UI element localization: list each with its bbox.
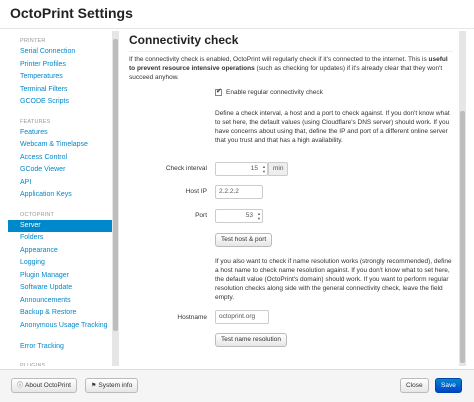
- sidebar-item-plugin-manager[interactable]: Plugin Manager: [8, 270, 119, 283]
- sidebar-item-application-keys[interactable]: Application Keys: [8, 189, 119, 202]
- sidebar-item-folders[interactable]: Folders: [8, 232, 119, 245]
- hostname-label: Hostname: [177, 314, 207, 321]
- content-scrollbar[interactable]: [459, 31, 466, 366]
- interval-help-text: Define a check interval, a host and a po…: [215, 110, 450, 144]
- sidebar-item-gcode-viewer[interactable]: GCode Viewer: [8, 164, 119, 177]
- sidebar-item-server[interactable]: Server: [8, 219, 119, 232]
- dialog-footer: ⓘ About OctoPrint ⚑ System info Close Save: [0, 369, 474, 402]
- sidebar-item-appearance[interactable]: Appearance: [8, 245, 119, 258]
- sidebar-item-backup-restore[interactable]: Backup & Restore: [8, 307, 119, 320]
- port-label: Port: [195, 212, 207, 219]
- intro-text: If the connectivity check is enabled, Oc…: [129, 55, 451, 82]
- sidebar-item-error-tracking[interactable]: Error Tracking: [8, 341, 119, 354]
- settings-dialog: OctoPrint Settings PRINTER Serial Connect…: [0, 0, 474, 402]
- sidebar-item-api[interactable]: API: [8, 177, 119, 190]
- settings-sidebar: PRINTER Serial Connection Printer Profiles…: [8, 31, 119, 366]
- sidebar-item-terminal-filters[interactable]: Terminal Filters: [8, 84, 119, 97]
- section-title: Connectivity check: [129, 33, 239, 47]
- sidebar-item-webcam-timelapse[interactable]: Webcam & Timelapse: [8, 139, 119, 152]
- hostname-help-text: If you also want to check if name resolu…: [215, 258, 452, 301]
- check-interval-spinner[interactable]: ▲ ▼: [261, 164, 266, 174]
- sidebar-item-announcements[interactable]: Announcements: [8, 295, 119, 308]
- sidebar-item-temperatures[interactable]: Temperatures: [8, 71, 119, 84]
- enable-check-label: Enable regular connectivity check: [226, 89, 323, 96]
- sidebar-section-header: PRINTER: [20, 38, 46, 44]
- sidebar-item-software-update[interactable]: Software Update: [8, 282, 119, 295]
- port-input[interactable]: 53 ▲ ▼: [215, 209, 263, 223]
- enable-connectivity-check[interactable]: Enable regular connectivity check: [215, 87, 323, 96]
- sidebar-item-serial-connection[interactable]: Serial Connection: [8, 46, 119, 59]
- hostname-input[interactable]: octoprint.org: [215, 310, 269, 324]
- sidebar-item-printer-profiles[interactable]: Printer Profiles: [8, 59, 119, 72]
- sidebar-section-header: OCTOPRINT: [20, 211, 55, 218]
- sidebar-item-features[interactable]: Features: [8, 127, 119, 140]
- host-ip-label: Host IP: [185, 188, 207, 195]
- save-button[interactable]: Save: [435, 378, 462, 393]
- port-value: 53: [245, 212, 253, 219]
- close-button[interactable]: Close: [400, 378, 429, 393]
- sidebar-item-anonymous-usage-tracking[interactable]: Anonymous Usage Tracking: [8, 320, 119, 341]
- host-ip-input[interactable]: 2.2.2.2: [215, 185, 263, 199]
- system-info-label: System info: [98, 382, 133, 389]
- sidebar-scrollbar[interactable]: [112, 31, 119, 366]
- content-scroll-thumb[interactable]: [460, 111, 465, 363]
- sidebar-section-header: FEATURES: [20, 118, 51, 125]
- flag-icon: ⚑: [91, 383, 97, 389]
- system-info-button[interactable]: ⚑ System info: [85, 378, 139, 393]
- check-interval-input[interactable]: 15 ▲ ▼: [215, 162, 268, 176]
- dialog-header: OctoPrint Settings: [0, 0, 474, 29]
- dialog-title: OctoPrint Settings: [10, 5, 133, 21]
- intro-text-start: If the connectivity check is enabled, Oc…: [129, 56, 429, 63]
- check-interval-label: Check interval: [165, 165, 207, 172]
- title-divider: [129, 51, 453, 52]
- sidebar-item-access-control[interactable]: Access Control: [8, 152, 119, 165]
- test-host-port-button[interactable]: Test host & port: [215, 233, 273, 247]
- sidebar-item-gcode-scripts[interactable]: GCODE Scripts: [8, 96, 119, 109]
- about-octoprint-label: About OctoPrint: [25, 382, 71, 389]
- info-icon: ⓘ: [17, 383, 24, 389]
- enable-check-checkbox[interactable]: [215, 87, 222, 96]
- sidebar-scroll-thumb[interactable]: [113, 39, 118, 331]
- port-spinner[interactable]: ▲ ▼: [256, 211, 261, 221]
- test-name-resolution-button[interactable]: Test name resolution: [215, 333, 287, 347]
- settings-content: Connectivity check If the connectivity c…: [123, 31, 466, 366]
- sidebar-nav: PRINTER Serial Connection Printer Profiles…: [8, 36, 119, 366]
- about-octoprint-button[interactable]: ⓘ About OctoPrint: [11, 378, 77, 393]
- sidebar-section-header: PLUGINS: [20, 363, 46, 366]
- check-interval-value: 15: [250, 165, 258, 172]
- check-interval-unit: min: [268, 162, 289, 176]
- sidebar-item-logging[interactable]: Logging: [8, 257, 119, 270]
